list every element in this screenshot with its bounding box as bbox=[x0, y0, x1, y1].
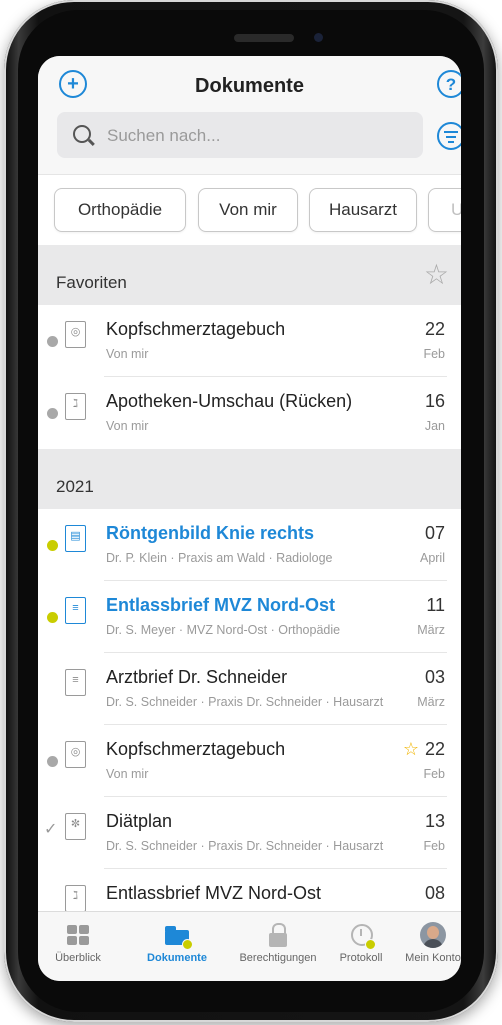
tab-label: Mein Konto bbox=[405, 952, 461, 964]
document-month: Jan bbox=[424, 419, 445, 433]
document-month: Feb bbox=[423, 767, 445, 781]
document-image-icon: ▤ bbox=[65, 525, 86, 552]
document-pdf-icon: ℷ bbox=[65, 885, 86, 911]
chip-von-mir[interactable]: Von mir bbox=[198, 188, 298, 232]
tab-label: Berechtigungen bbox=[239, 952, 317, 964]
status-dot bbox=[47, 336, 58, 347]
document-month: März bbox=[417, 695, 445, 709]
document-day: 11 bbox=[426, 595, 445, 615]
tab-label: Protokoll bbox=[339, 952, 383, 964]
document-day: 03 bbox=[424, 667, 445, 687]
checkmark-icon: ✓ bbox=[44, 821, 58, 838]
section-header-year: 2021 bbox=[38, 449, 461, 509]
document-subtitle: Dr. S. Meyer · MVZ Nord-Ost · Orthopädie bbox=[106, 623, 341, 637]
document-person-icon: ◎ bbox=[65, 321, 86, 348]
tab-protokoll[interactable]: Protokoll bbox=[330, 912, 392, 981]
filter-chips: Orthopädie Von mir Hausarzt Ur bbox=[38, 174, 461, 245]
list-item[interactable]: ℷ Apotheken-Umschau (Rücken) Von mir 16 … bbox=[38, 377, 461, 449]
document-pdf-icon: ℷ bbox=[65, 393, 86, 420]
document-text-icon: ≡ bbox=[65, 669, 86, 696]
status-dot bbox=[47, 756, 58, 767]
section-label: Favoriten bbox=[56, 273, 127, 292]
document-subtitle: Dr. S. Schneider · Praxis Dr. Schneider … bbox=[106, 839, 384, 853]
document-month: Feb bbox=[423, 347, 445, 361]
chip-partial[interactable]: Ur bbox=[428, 188, 461, 232]
document-subtitle: Von mir bbox=[106, 347, 149, 361]
document-subtitle: Dr. S. Schneider · Praxis Dr. Schneider … bbox=[106, 695, 384, 709]
chip-hausarzt[interactable]: Hausarzt bbox=[309, 188, 417, 232]
tab-bar: Überblick Dokumente Berechtigungen Proto… bbox=[38, 911, 461, 981]
document-day: 16 bbox=[424, 391, 445, 411]
speaker-grille bbox=[234, 34, 294, 42]
document-day: 08 bbox=[424, 883, 445, 903]
document-subtitle: Von mir bbox=[106, 419, 149, 433]
tab-label: Überblick bbox=[55, 952, 101, 964]
list-item[interactable]: ≡ Arztbrief Dr. Schneider Dr. S. Schneid… bbox=[38, 653, 461, 725]
front-camera bbox=[314, 33, 323, 42]
avatar-icon bbox=[420, 922, 446, 948]
document-day: 22 bbox=[424, 319, 445, 339]
document-title: Kopfschmerztagebuch bbox=[106, 739, 286, 759]
list-item[interactable]: ◎ Kopfschmerztagebuch Von mir 22 Feb bbox=[38, 305, 461, 377]
document-title: Diätplan bbox=[106, 811, 173, 831]
document-day: 22 bbox=[424, 739, 445, 759]
list-item[interactable]: ◎ Kopfschmerztagebuch Von mir ☆ 22 Feb bbox=[38, 725, 461, 797]
unlock-icon bbox=[265, 922, 291, 948]
tab-dokumente[interactable]: Dokumente bbox=[138, 912, 216, 981]
document-title: Kopfschmerztagebuch bbox=[106, 319, 286, 339]
unread-dot bbox=[47, 612, 58, 623]
history-icon bbox=[348, 922, 376, 950]
document-title: Entlassbrief MVZ Nord-Ost bbox=[106, 883, 322, 903]
document-month: März bbox=[417, 623, 445, 637]
list-item[interactable]: ▤ Röntgenbild Knie rechts Dr. P. Klein ·… bbox=[38, 509, 461, 581]
document-title: Entlassbrief MVZ Nord-Ost bbox=[106, 595, 336, 615]
favorite-star-icon[interactable]: ☆ bbox=[403, 739, 419, 760]
document-title: Apotheken-Umschau (Rücken) bbox=[106, 391, 353, 411]
tab-label: Dokumente bbox=[147, 952, 207, 964]
star-outline-icon[interactable]: ☆ bbox=[424, 261, 449, 289]
status-dot bbox=[47, 408, 58, 419]
header: + Dokumente ? bbox=[38, 56, 461, 174]
tab-mein-konto[interactable]: Mein Konto bbox=[400, 912, 461, 981]
chip-orthopaedie[interactable]: Orthopädie bbox=[54, 188, 186, 232]
document-month: April bbox=[419, 551, 445, 565]
list-item[interactable]: ≡ Entlassbrief MVZ Nord-Ost Dr. S. Meyer… bbox=[38, 581, 461, 653]
document-title: Röntgenbild Knie rechts bbox=[106, 523, 315, 543]
grid-icon bbox=[65, 922, 91, 948]
document-day: 13 bbox=[424, 811, 445, 831]
document-title: Arztbrief Dr. Schneider bbox=[106, 667, 288, 687]
section-header-favoriten: Favoriten ☆ bbox=[38, 245, 461, 305]
search-input[interactable] bbox=[105, 112, 409, 160]
search-bar bbox=[57, 112, 423, 160]
folder-icon bbox=[164, 922, 193, 950]
filter-icon[interactable] bbox=[437, 122, 461, 150]
search-icon bbox=[73, 125, 91, 143]
document-day: 07 bbox=[424, 523, 445, 543]
tab-ueberblick[interactable]: Überblick bbox=[46, 912, 110, 981]
list-item[interactable]: ℷ Entlassbrief MVZ Nord-Ost 08 bbox=[38, 869, 461, 911]
section-label: 2021 bbox=[56, 477, 94, 496]
question-circle-icon[interactable]: ? bbox=[437, 70, 461, 98]
document-person-icon: ◎ bbox=[65, 741, 86, 768]
page-title: Dokumente bbox=[195, 75, 304, 97]
document-subtitle: Dr. P. Klein · Praxis am Wald · Radiolog… bbox=[106, 551, 333, 565]
document-subtitle: Von mir bbox=[106, 767, 149, 781]
document-wheat-icon: ✼ bbox=[65, 813, 86, 840]
tab-berechtigungen[interactable]: Berechtigungen bbox=[226, 912, 330, 981]
list-item[interactable]: ✓ ✼ Diätplan Dr. S. Schneider · Praxis D… bbox=[38, 797, 461, 869]
app-screen: + Dokumente ? Orthopädie Von mir Hausarz… bbox=[38, 56, 461, 981]
unread-dot bbox=[47, 540, 58, 551]
document-month: Feb bbox=[423, 839, 445, 853]
document-text-icon: ≡ bbox=[65, 597, 86, 624]
